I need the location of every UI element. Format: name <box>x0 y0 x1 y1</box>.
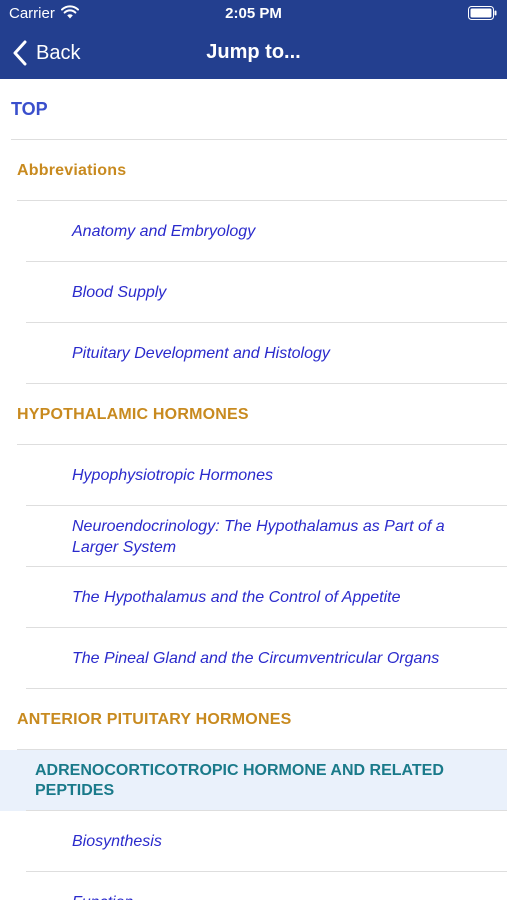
toc-item-anatomy-and-embryology[interactable]: Anatomy and Embryology <box>0 201 507 262</box>
toc-item-anterior-pituitary-hormones[interactable]: ANTERIOR PITUITARY HORMONES <box>0 689 507 750</box>
table-of-contents-list[interactable]: TOP Abbreviations Anatomy and Embryology… <box>0 79 507 900</box>
toc-item-label: Abbreviations <box>17 161 127 179</box>
toc-item-neuroendocrinology[interactable]: Neuroendocrinology: The Hypothalamus as … <box>0 506 507 567</box>
toc-item-pineal-gland[interactable]: The Pineal Gland and the Circumventricul… <box>0 628 507 689</box>
toc-item-label: ANTERIOR PITUITARY HORMONES <box>17 710 292 728</box>
toc-item-hypophysiotropic-hormones[interactable]: Hypophysiotropic Hormones <box>0 445 507 506</box>
toc-item-blood-supply[interactable]: Blood Supply <box>0 262 507 323</box>
toc-item-acth-selected[interactable]: ADRENOCORTICOTROPIC HORMONE AND RELATED … <box>0 750 507 811</box>
toc-item-hypothalamus-appetite[interactable]: The Hypothalamus and the Control of Appe… <box>0 567 507 628</box>
toc-item-label: TOP <box>11 99 48 119</box>
toc-item-label: ADRENOCORTICOTROPIC HORMONE AND RELATED … <box>35 761 444 799</box>
page-title: Jump to... <box>206 41 301 63</box>
toc-item-abbreviations[interactable]: Abbreviations <box>0 140 507 201</box>
toc-item-label: HYPOTHALAMIC HORMONES <box>17 405 249 423</box>
toc-item-label: Pituitary Development and Histology <box>72 345 330 362</box>
toc-item-label: Blood Supply <box>72 284 167 301</box>
toc-item-hypothalamic-hormones[interactable]: HYPOTHALAMIC HORMONES <box>0 384 507 445</box>
battery-icon <box>468 6 497 20</box>
status-bar: Carrier 2:05 PM <box>0 0 507 26</box>
toc-item-label: Anatomy and Embryology <box>72 223 256 240</box>
toc-item-label: The Hypothalamus and the Control of Appe… <box>72 589 401 606</box>
toc-item-function[interactable]: Function <box>0 872 507 900</box>
toc-item-label: Function <box>0 892 149 900</box>
toc-item-label: The Pineal Gland and the Circumventricul… <box>72 650 440 667</box>
toc-item-label: Hypophysiotropic Hormones <box>72 467 273 484</box>
toc-item-label: Neuroendocrinology: The Hypothalamus as … <box>72 517 445 556</box>
status-time: 2:05 PM <box>225 5 282 22</box>
toc-item-biosynthesis[interactable]: Biosynthesis <box>0 811 507 872</box>
app-header: Carrier 2:05 PM Back Jump to... <box>0 0 507 79</box>
toc-item-pituitary-development[interactable]: Pituitary Development and Histology <box>0 323 507 384</box>
toc-item-top[interactable]: TOP <box>0 79 507 140</box>
toc-item-label: Biosynthesis <box>72 833 162 850</box>
navigation-bar: Back Jump to... <box>0 26 507 79</box>
